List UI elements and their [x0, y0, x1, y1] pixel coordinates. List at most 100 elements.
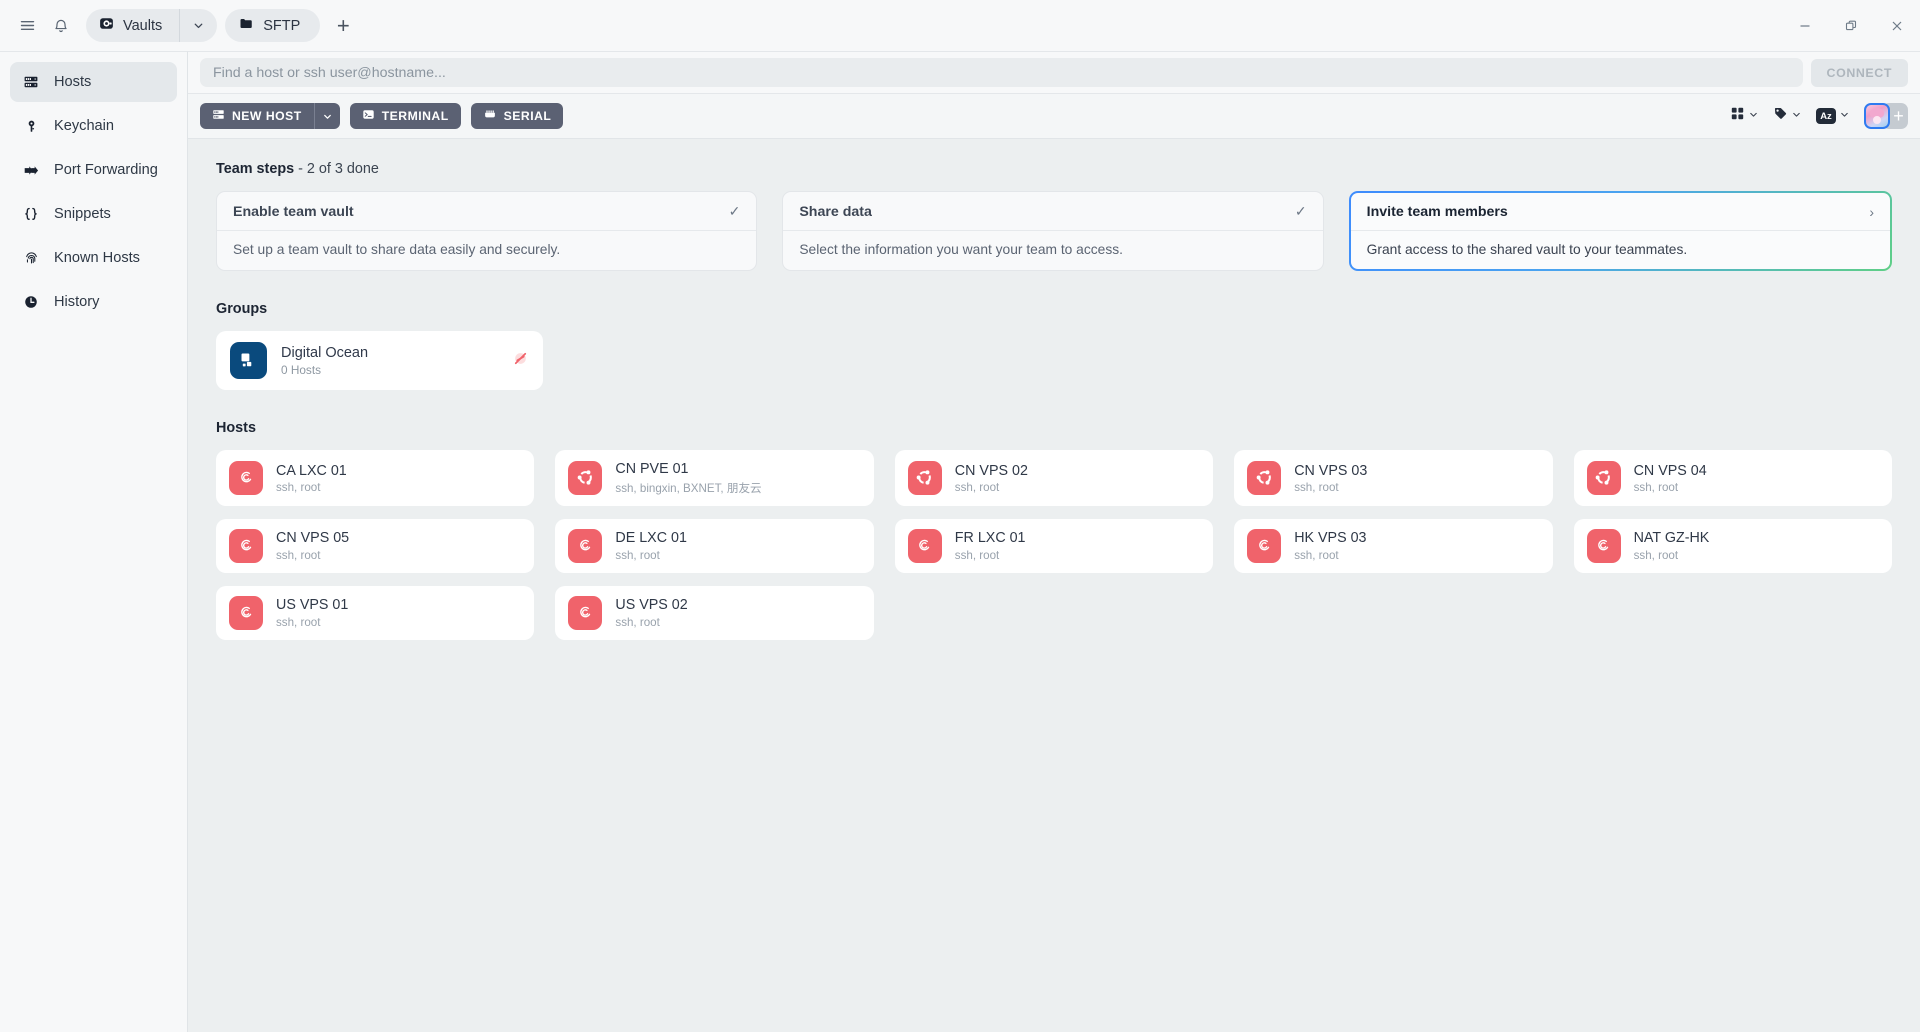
new-host-dropdown-caret[interactable]: [313, 103, 340, 129]
step-title: Share data: [799, 203, 872, 220]
step-description: Set up a team vault to share data easily…: [233, 242, 561, 257]
host-text: NAT GZ-HK ssh, root: [1634, 529, 1710, 562]
sort-alpha-icon: Az: [1816, 108, 1836, 124]
host-sub: ssh, root: [954, 548, 1000, 562]
user-avatar[interactable]: [1864, 103, 1890, 129]
minimize-button[interactable]: [1782, 0, 1828, 51]
host-card[interactable]: CA LXC 01 ssh, root: [216, 450, 535, 506]
maximize-button[interactable]: [1828, 0, 1874, 51]
sidebar-item-snippets[interactable]: Snippets: [10, 194, 177, 234]
sidebar-item-label: History: [54, 294, 100, 310]
fingerprint-icon: [22, 249, 40, 267]
host-card[interactable]: HK VPS 03 ssh, root: [1234, 518, 1553, 573]
sidebar-item-history[interactable]: History: [10, 282, 177, 322]
new-host-button[interactable]: NEW HOST: [200, 103, 314, 129]
host-sub: ssh, root: [276, 615, 321, 629]
group-card-digital-ocean[interactable]: Digital Ocean 0 Hosts: [216, 331, 543, 390]
debian-logo-icon: [229, 460, 263, 495]
key-icon: [22, 117, 40, 135]
group-host-count: 0 Hosts: [281, 363, 321, 378]
host-card[interactable]: US VPS 01 ssh, root: [216, 585, 535, 640]
vaults-dropdown-caret[interactable]: [179, 9, 217, 42]
team-step-card-invite-team-members[interactable]: Invite team members › Grant access to th…: [1349, 191, 1892, 271]
clock-icon: [22, 293, 40, 311]
debian-logo-icon: [229, 528, 263, 563]
serial-button[interactable]: SERIAL: [470, 103, 564, 129]
folder-icon: [239, 16, 254, 35]
title-bar: Vaults SFTP +: [0, 0, 1920, 51]
shared-off-icon[interactable]: [512, 350, 529, 372]
ubuntu-logo-icon: [1247, 460, 1282, 495]
search-input[interactable]: [200, 58, 1803, 87]
grid-view-button[interactable]: [1724, 102, 1765, 130]
host-name: CN VPS 02: [954, 462, 1028, 479]
host-card[interactable]: CN VPS 05 ssh, root: [216, 518, 535, 573]
host-card[interactable]: NAT GZ-HK ssh, root: [1573, 518, 1892, 573]
sidebar-item-label: Port Forwarding: [54, 162, 158, 178]
terminal-button[interactable]: TERMINAL: [349, 103, 461, 129]
close-button[interactable]: [1874, 0, 1920, 51]
connect-button[interactable]: CONNECT: [1810, 58, 1908, 87]
sidebar-item-keychain[interactable]: Keychain: [10, 106, 177, 146]
sort-button[interactable]: Az: [1810, 103, 1856, 129]
chevron-right-icon: ›: [1869, 204, 1874, 220]
sidebar-item-port-forwarding[interactable]: Port Forwarding: [10, 150, 177, 190]
debian-logo-icon: [907, 528, 942, 563]
host-name: CN PVE 01: [615, 461, 689, 477]
new-tab-button[interactable]: +: [326, 9, 360, 43]
host-sub: ssh, root: [1294, 481, 1339, 495]
check-icon: ✓: [1294, 203, 1307, 219]
chevron-down-icon: [1748, 107, 1759, 125]
host-sub: ssh, root: [954, 481, 1000, 495]
hosts-heading: Hosts: [216, 420, 256, 436]
team-steps-progress: - 2 of 3 done: [294, 161, 379, 177]
sidebar: Hosts Keychain Port Forwarding Snippets …: [0, 51, 188, 1032]
host-text: US VPS 02 ssh, root: [615, 596, 687, 629]
host-sub: ssh, root: [1633, 481, 1679, 495]
sidebar-item-label: Known Hosts: [54, 250, 140, 266]
team-step-card-enable-team-vault[interactable]: Enable team vault ✓ Set up a team vault …: [216, 191, 758, 271]
host-card[interactable]: FR LXC 01 ssh, root: [894, 518, 1214, 573]
debian-logo-icon: [229, 595, 263, 630]
host-sub: ssh, root: [276, 548, 321, 562]
host-card[interactable]: CN VPS 03 ssh, root: [1234, 450, 1553, 506]
search-bar: CONNECT: [188, 51, 1920, 94]
toolbar-right-group: Az +: [1724, 102, 1908, 130]
team-steps-row: Enable team vault ✓ Set up a team vault …: [216, 191, 1892, 271]
tab-vaults-button[interactable]: Vaults: [86, 9, 179, 42]
sidebar-item-label: Hosts: [54, 74, 92, 90]
hamburger-menu-icon[interactable]: [10, 9, 44, 43]
tag-filter-button[interactable]: [1767, 102, 1808, 130]
host-card[interactable]: US VPS 02 ssh, root: [555, 585, 874, 640]
team-step-card-share-data[interactable]: Share data ✓ Select the information you …: [782, 191, 1324, 271]
host-text: CN VPS 04 ssh, root: [1634, 462, 1707, 495]
host-card[interactable]: CN VPS 04 ssh, root: [1573, 450, 1892, 506]
team-steps-heading: Team steps - 2 of 3 done: [216, 161, 1892, 177]
serial-port-icon: [483, 108, 497, 124]
terminal-icon: [362, 108, 375, 124]
hosts-grid: CA LXC 01 ssh, root CN PVE 01 ssh, bingx…: [216, 450, 1892, 640]
groups-heading: Groups: [216, 301, 268, 317]
host-card[interactable]: CN VPS 02 ssh, root: [894, 450, 1214, 506]
ubuntu-logo-icon: [1586, 460, 1621, 495]
host-name: CN VPS 05: [276, 530, 350, 547]
sidebar-item-known-hosts[interactable]: Known Hosts: [10, 238, 177, 278]
tab-vaults[interactable]: Vaults: [86, 9, 218, 42]
step-header: Enable team vault ✓: [217, 192, 757, 231]
check-icon: ✓: [728, 203, 741, 219]
team-avatars: +: [1864, 103, 1908, 129]
host-text: US VPS 01 ssh, root: [276, 596, 348, 629]
debian-logo-icon: [568, 595, 603, 630]
tab-sftp[interactable]: SFTP: [225, 9, 321, 42]
tab-vaults-label: Vaults: [123, 17, 163, 34]
vault-icon: [99, 16, 114, 35]
content-scroll-area[interactable]: Team steps - 2 of 3 done Enable team vau…: [188, 139, 1920, 1032]
host-card[interactable]: DE LXC 01 ssh, root: [555, 518, 874, 573]
server-rack-icon: [212, 108, 225, 124]
new-host-label: NEW HOST: [232, 109, 302, 123]
host-text: CA LXC 01 ssh, root: [276, 462, 347, 495]
notification-bell-icon[interactable]: [44, 9, 78, 43]
sidebar-item-hosts[interactable]: Hosts: [10, 62, 177, 102]
ubuntu-logo-icon: [907, 460, 942, 495]
host-card[interactable]: CN PVE 01 ssh, bingxin, BXNET, 朋友云: [555, 450, 874, 506]
